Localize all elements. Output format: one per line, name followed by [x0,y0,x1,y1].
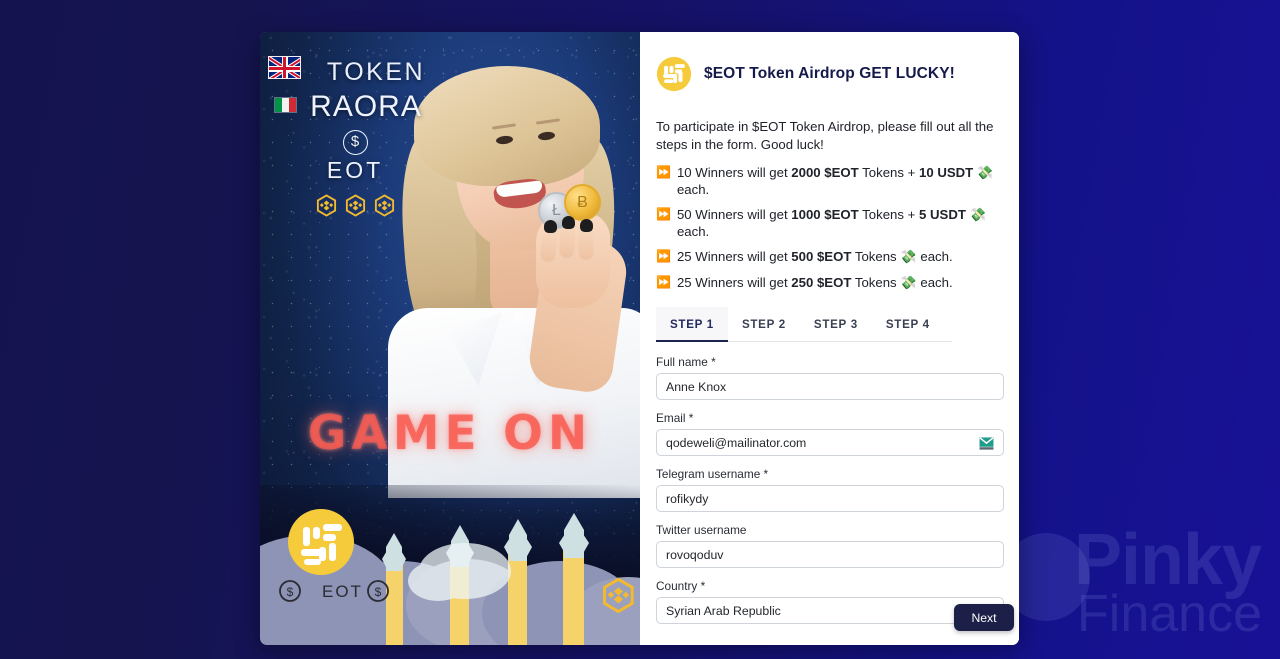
prize-text: 25 Winners will get 500 $EOT Tokens 💸 ea… [676,249,953,265]
modal-intro-text: To participate in $EOT Token Airdrop, pl… [656,119,994,153]
fast-forward-icon: ⏩ [656,207,671,222]
prize-list: ⏩ 10 Winners will get 2000 $EOT Tokens + … [656,165,1004,291]
uk-flag-icon [268,56,301,79]
step-tabs[interactable]: STEP 1 STEP 2 STEP 3 STEP 4 [656,307,952,343]
country-select[interactable]: Syrian Arab Republic [656,597,1004,625]
envelope-icon[interactable] [979,437,994,450]
svg-text:$: $ [375,585,382,599]
full-name-label: Full name * [656,355,716,370]
email-input[interactable] [656,429,1004,457]
form-fields: Full name * Email * Telegram username * … [656,355,1004,625]
airdrop-modal-card: Ł Ƀ TOKEN RAORA $ EOT GAME ON $ EOT $ $E… [260,32,1019,645]
country-label: Country * [656,579,706,594]
email-label: Email * [656,411,694,426]
field-full-name: Full name * [656,355,1004,401]
fast-forward-icon: ⏩ [656,274,671,289]
prize-item: ⏩ 50 Winners will get 1000 $EOT Tokens + … [656,207,1004,240]
field-country: Country * Syrian Arab Republic [656,579,1004,625]
background-watermark: Pinky Finance [1002,520,1262,644]
eot-token-logo-icon [656,56,692,92]
svg-text:EOT: EOT [322,582,363,601]
italy-flag-icon [274,97,297,113]
fast-forward-icon: ⏩ [656,165,671,180]
telegram-label: Telegram username * [656,467,769,482]
fast-forward-icon: ⏩ [656,249,671,264]
prize-text: 50 Winners will get 1000 $EOT Tokens + 5… [676,207,986,239]
telegram-input[interactable] [656,485,1004,513]
twitter-label: Twitter username [656,523,747,538]
tab-step-2[interactable]: STEP 2 [728,307,800,342]
next-button[interactable]: Next [954,604,1014,631]
prize-item: ⏩ 25 Winners will get 250 $EOT Tokens 💸 e… [656,275,1004,292]
prize-text: 10 Winners will get 2000 $EOT Tokens + 1… [676,165,994,197]
bnb-token-icon [345,194,365,217]
full-name-input[interactable] [656,373,1004,401]
prize-text: 25 Winners will get 250 $EOT Tokens 💸 ea… [676,274,953,290]
field-telegram: Telegram username * [656,467,1004,513]
rocket-launch-illustration: $ EOT $ [260,485,640,645]
tab-step-3[interactable]: STEP 3 [800,307,872,342]
modal-header: $EOT Token Airdrop GET LUCKY! [656,56,1004,92]
modal-footer: Next [954,604,1014,631]
page-title: $EOT Token Airdrop GET LUCKY! [704,65,955,82]
promo-word-eot: EOT [326,157,384,183]
tab-step-1[interactable]: STEP 1 [656,307,728,343]
promo-logo-stack: TOKEN RAORA $ EOT [260,56,450,217]
country-selected-value: Syrian Arab Republic [666,603,781,618]
game-on-headline: GAME ON [307,406,593,461]
airdrop-form-panel: $EOT Token Airdrop GET LUCKY! To partici… [640,32,1019,645]
prize-item: ⏩ 10 Winners will get 2000 $EOT Tokens + … [656,165,1004,198]
bnb-token-icon [316,194,336,217]
watermark-brand-bottom: Finance [1077,585,1262,644]
bnb-token-icon [374,194,394,217]
svg-text:$: $ [287,585,294,599]
promo-banner: Ł Ƀ TOKEN RAORA $ EOT GAME ON $ EOT $ [260,32,640,645]
twitter-input[interactable] [656,541,1004,569]
tab-step-4[interactable]: STEP 4 [872,307,944,342]
field-twitter: Twitter username [656,523,1004,569]
bnb-token-row [260,194,450,217]
prize-item: ⏩ 25 Winners will get 500 $EOT Tokens 💸 e… [656,249,1004,266]
watermark-brand-top: Pinky [1074,520,1262,601]
dollar-circle-icon: $ [342,130,368,155]
field-email: Email * [656,411,1004,457]
